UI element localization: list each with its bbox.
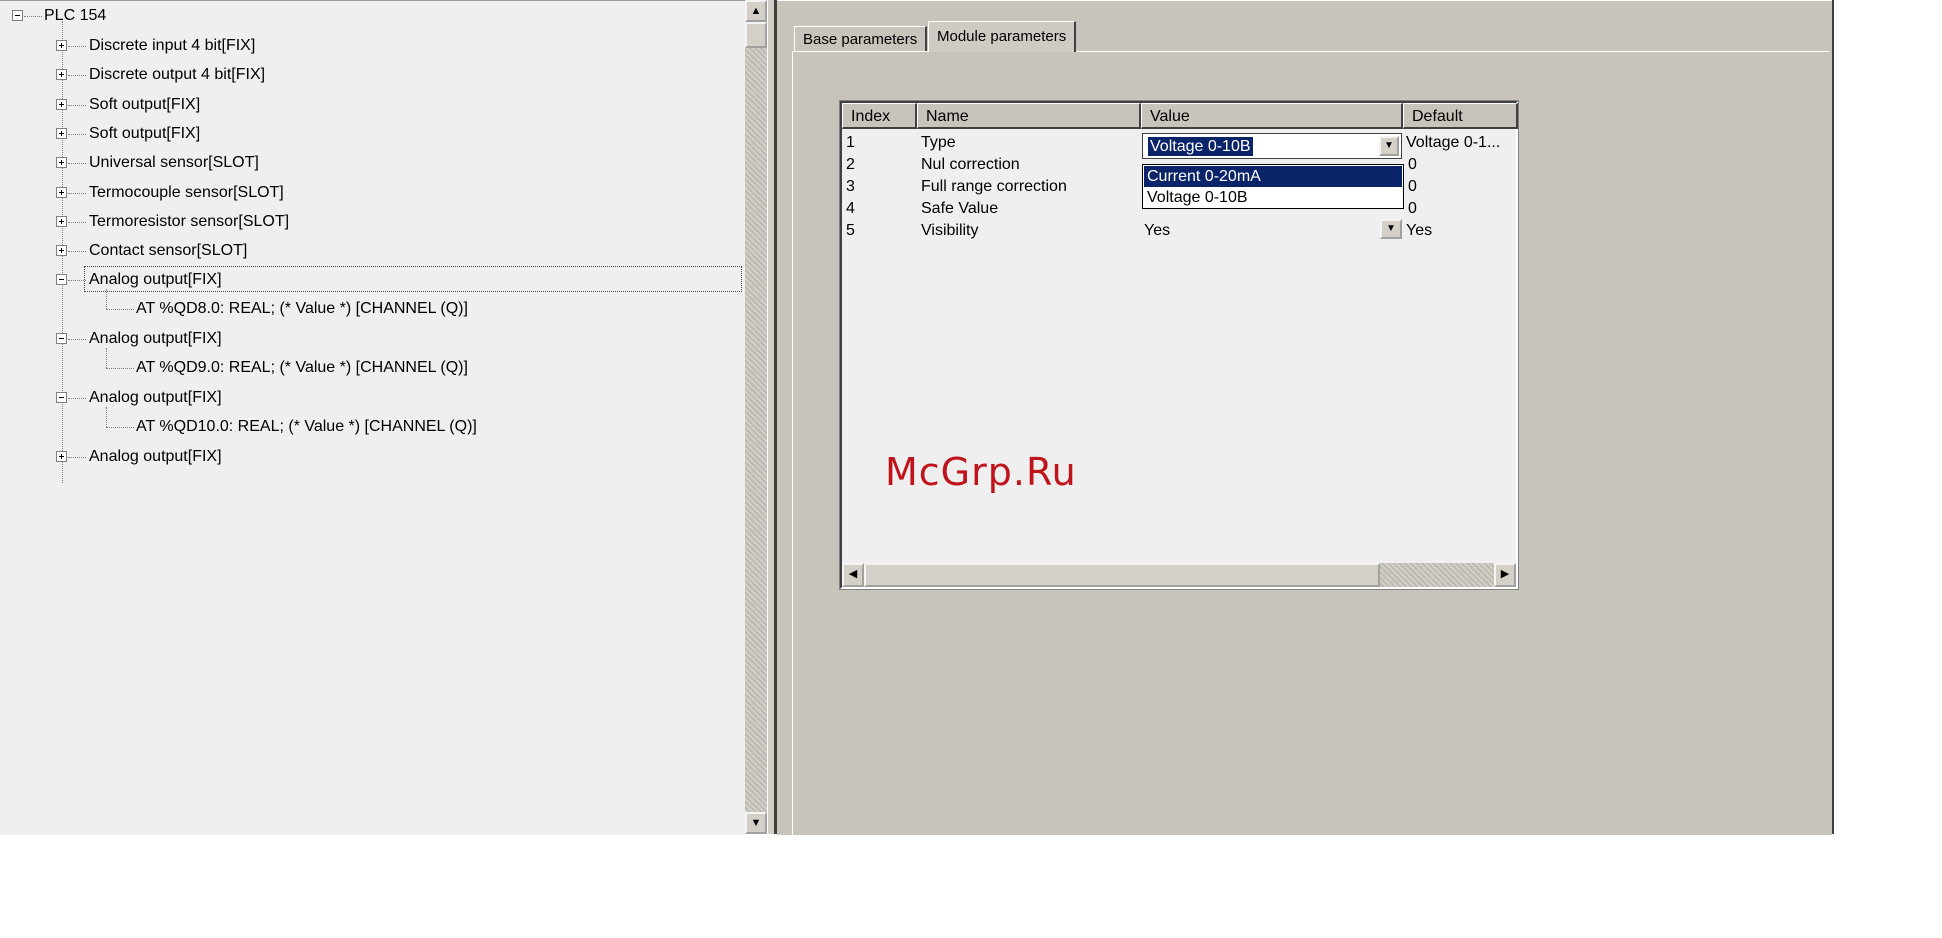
dropdown-arrow-icon[interactable]: ▼ <box>1379 136 1399 156</box>
tree-connector <box>68 251 86 252</box>
tree-item-label: Analog output[FIX] <box>89 448 222 465</box>
table-cell-index: 4 <box>846 200 855 217</box>
tree-item-label: Soft output[FIX] <box>89 125 201 142</box>
tree-connector <box>68 105 86 106</box>
dropdown-arrow-icon[interactable]: ▼ <box>1380 219 1402 239</box>
tree-item-label: Discrete input 4 bit[FIX] <box>89 37 256 54</box>
expand-icon[interactable] <box>56 187 67 198</box>
collapse-icon[interactable] <box>56 392 67 403</box>
scroll-left-arrow-icon[interactable]: ◀ <box>842 563 864 587</box>
dropdown-option-voltage[interactable]: Voltage 0-10B <box>1144 187 1402 208</box>
tree-root-label: PLC 154 <box>44 7 107 24</box>
expand-icon[interactable] <box>56 40 67 51</box>
scroll-up-arrow-icon[interactable]: ▲ <box>745 0 767 22</box>
column-header-name[interactable]: Name <box>917 103 1141 129</box>
type-dropdown-list[interactable]: Current 0-20mA Voltage 0-10B <box>1142 164 1404 209</box>
table-cell-default: 0 <box>1408 156 1417 173</box>
tree-vertical-scrollbar[interactable]: ▲ ▼ <box>745 0 767 834</box>
tree-item-label: Termocouple sensor[SLOT] <box>89 184 284 201</box>
module-tree[interactable]: PLC 154 Discrete input 4 bit[FIX] Discre… <box>0 0 745 835</box>
type-value-combobox[interactable]: Voltage 0-10B ▼ <box>1142 133 1402 159</box>
tree-root[interactable]: PLC 154 <box>10 3 210 29</box>
panel-edge <box>1832 0 1834 834</box>
tree-connector <box>68 339 86 340</box>
dropdown-option-current[interactable]: Current 0-20mA <box>1144 166 1402 187</box>
column-header-default[interactable]: Default <box>1403 103 1518 129</box>
tree-connector <box>106 407 107 427</box>
table-cell-name: Safe Value <box>921 200 999 217</box>
table-cell-name: Nul correction <box>921 156 1020 173</box>
tree-connector <box>106 427 134 428</box>
tree-item-label: Analog output[FIX] <box>89 271 222 288</box>
expand-icon[interactable] <box>56 451 67 462</box>
tree-item-label: Analog output[FIX] <box>89 389 222 406</box>
table-cell-name: Visibility <box>921 222 979 239</box>
expand-icon[interactable] <box>56 216 67 227</box>
table-cell-index: 3 <box>846 178 855 195</box>
table-cell-index: 5 <box>846 222 855 239</box>
column-header-index[interactable]: Index <box>842 103 917 129</box>
tree-connector <box>106 289 107 309</box>
tree-item-label: Discrete output 4 bit[FIX] <box>89 66 266 83</box>
module-parameters-grid[interactable]: Index Name Value Default 1 Type Voltage … <box>839 100 1519 590</box>
tree-connector <box>68 75 86 76</box>
tree-child-label: AT %QD8.0: REAL; (* Value *) [CHANNEL (Q… <box>136 300 468 317</box>
tree-connector <box>24 16 42 17</box>
table-cell-default: Yes <box>1406 222 1433 239</box>
expand-icon[interactable] <box>56 157 67 168</box>
tree-connector <box>68 134 86 135</box>
tree-connector <box>68 280 86 281</box>
table-cell-name: Full range correction <box>921 178 1067 195</box>
table-cell-default: Voltage 0-1... <box>1406 134 1501 151</box>
collapse-icon[interactable] <box>56 333 67 344</box>
grid-horizontal-scrollbar[interactable]: ◀ ▶ <box>842 563 1516 587</box>
tree-item-label: Soft output[FIX] <box>89 96 201 113</box>
tree-item-label: Contact sensor[SLOT] <box>89 242 248 259</box>
expand-icon[interactable] <box>56 128 67 139</box>
column-header-value[interactable]: Value <box>1141 103 1403 129</box>
table-cell-default: 0 <box>1408 178 1417 195</box>
tree-item-label: Analog output[FIX] <box>89 330 222 347</box>
tree-child-label: AT %QD9.0: REAL; (* Value *) [CHANNEL (Q… <box>136 359 468 376</box>
expand-icon[interactable] <box>56 69 67 80</box>
watermark-text: McGrp.Ru <box>885 450 1077 494</box>
scrollbar-thumb[interactable] <box>864 563 1380 587</box>
table-cell-index: 1 <box>846 134 855 151</box>
tree-connector <box>68 457 86 458</box>
tree-connector <box>106 368 134 369</box>
combobox-selected-text[interactable]: Voltage 0-10B <box>1147 136 1254 157</box>
table-cell-index: 2 <box>846 156 855 173</box>
tree-connector <box>68 222 86 223</box>
tree-connector <box>68 46 86 47</box>
tree-item-label: Termoresistor sensor[SLOT] <box>89 213 290 230</box>
collapse-icon[interactable] <box>56 274 67 285</box>
scroll-right-arrow-icon[interactable]: ▶ <box>1494 563 1516 587</box>
scroll-down-arrow-icon[interactable]: ▼ <box>745 812 767 834</box>
table-cell-value[interactable]: Yes <box>1144 220 1170 242</box>
tree-child-label: AT %QD10.0: REAL; (* Value *) [CHANNEL (… <box>136 418 477 435</box>
expand-icon[interactable] <box>56 245 67 256</box>
app-window: PLC 154 Discrete input 4 bit[FIX] Discre… <box>0 0 1942 938</box>
tree-connector <box>68 398 86 399</box>
tree-connector <box>106 348 107 368</box>
tree-item-label: Universal sensor[SLOT] <box>89 154 259 171</box>
table-cell-name: Type <box>921 134 956 151</box>
scrollbar-thumb[interactable] <box>745 22 767 48</box>
tab-base-parameters[interactable]: Base parameters <box>794 26 928 51</box>
collapse-icon[interactable] <box>12 10 23 21</box>
tree-connector <box>106 309 134 310</box>
tree-connector <box>68 193 86 194</box>
table-cell-default: 0 <box>1408 200 1417 217</box>
expand-icon[interactable] <box>56 99 67 110</box>
tree-connector <box>68 163 86 164</box>
tab-module-parameters[interactable]: Module parameters <box>928 21 1077 52</box>
